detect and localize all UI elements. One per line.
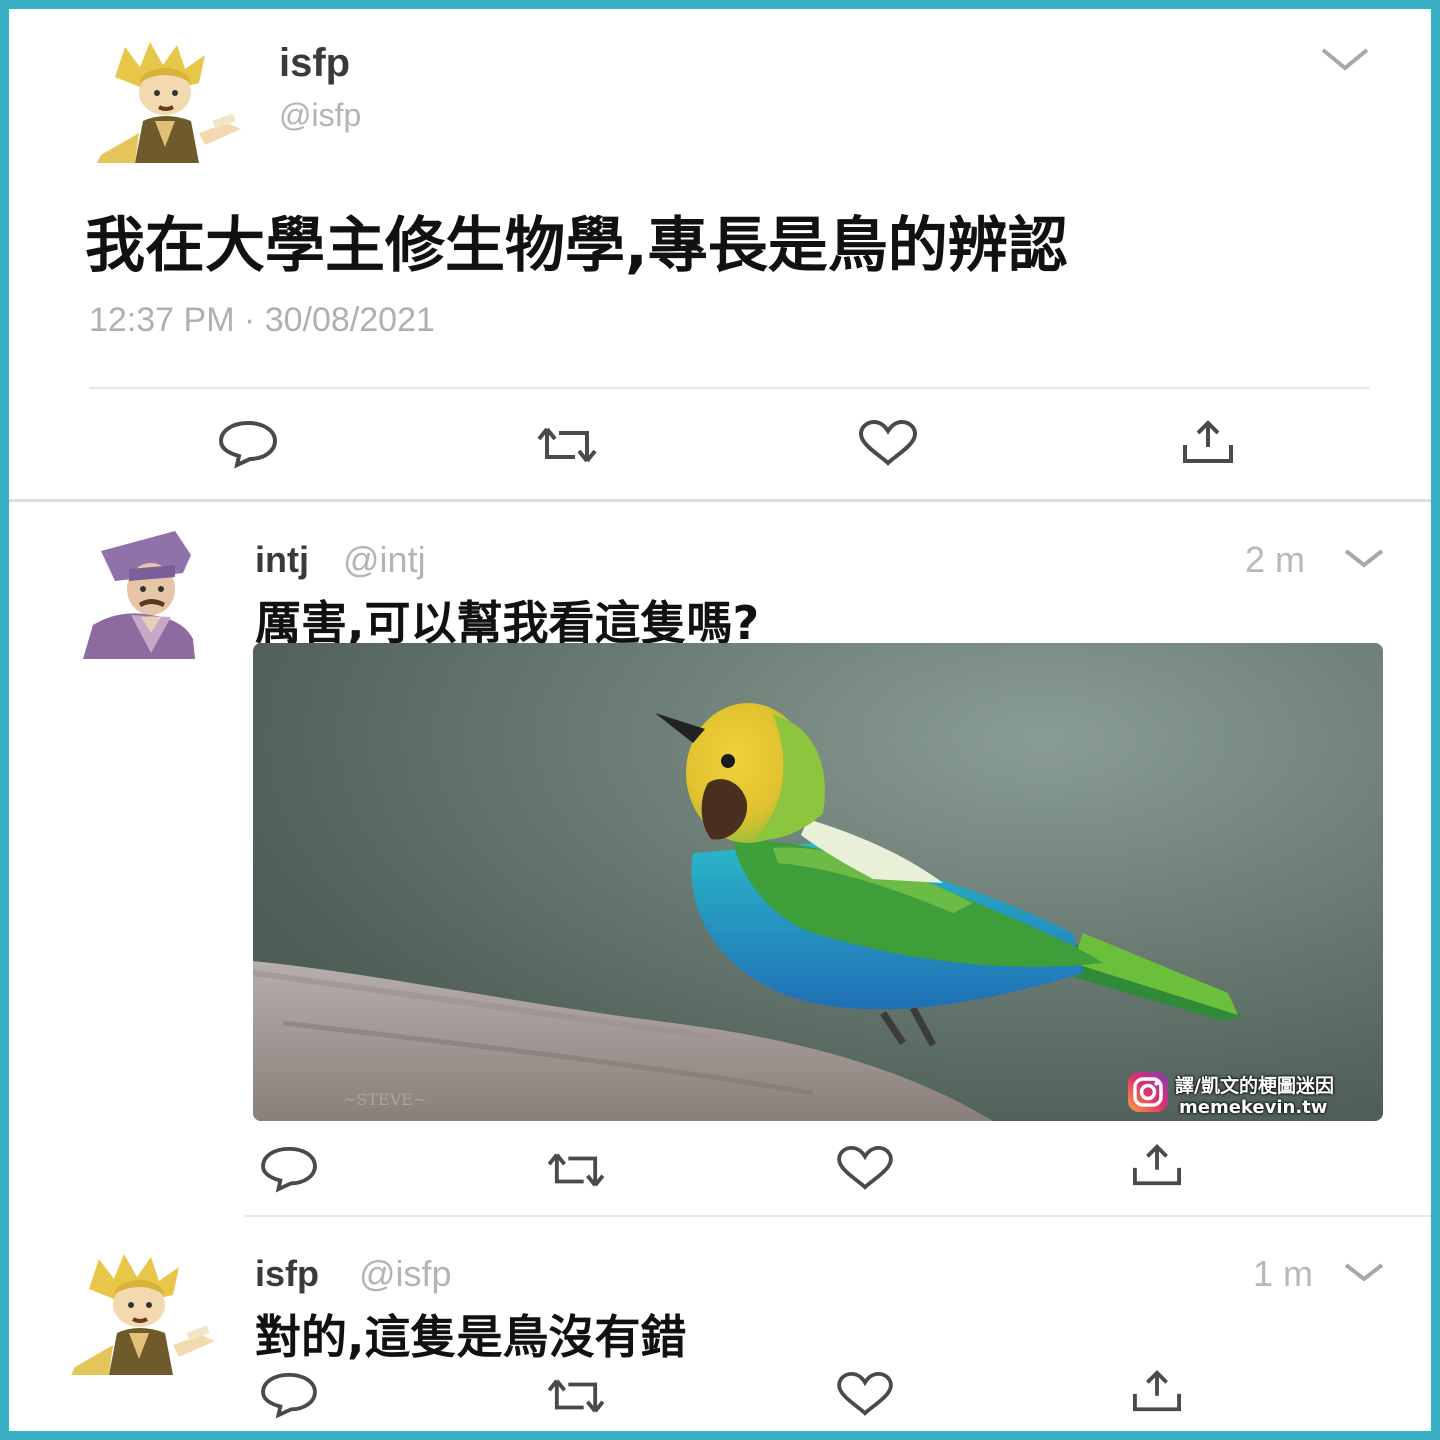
bird-photo: ~STEVE~ — [253, 703, 1243, 1121]
like-icon[interactable] — [835, 1371, 895, 1417]
share-icon[interactable] — [1129, 1367, 1185, 1415]
retweet-icon[interactable] — [545, 1147, 607, 1193]
watermark-text: 譯/凱文的梗圖迷因 — [1175, 1075, 1334, 1097]
user-name[interactable]: isfp — [279, 41, 350, 86]
chevron-down-icon[interactable] — [1343, 547, 1385, 569]
tweet-time: 1 m — [1253, 1253, 1314, 1294]
divider — [89, 387, 1369, 389]
tweet-timestamp: 12:37 PM · 30/08/2021 — [89, 301, 435, 339]
reply-icon[interactable] — [217, 417, 279, 469]
retweet-icon[interactable] — [545, 1373, 607, 1419]
share-icon[interactable] — [1129, 1141, 1185, 1189]
reply-icon[interactable] — [259, 1143, 319, 1193]
share-icon[interactable] — [1179, 417, 1237, 467]
cartoon-man-blond-avatar-icon — [97, 42, 241, 163]
user-handle[interactable]: @intj — [343, 539, 426, 581]
tweet-time: 2 m — [1245, 539, 1306, 580]
cartoon-man-blond-avatar-icon — [71, 1254, 215, 1375]
avatar[interactable] — [95, 37, 245, 163]
instagram-icon — [1127, 1071, 1169, 1117]
divider — [245, 1215, 1431, 1217]
retweet-icon[interactable] — [535, 421, 599, 469]
reply-icon[interactable] — [259, 1369, 319, 1419]
watermark-url: memekevin.tw — [1179, 1097, 1328, 1118]
chevron-down-icon[interactable] — [1319, 45, 1371, 73]
avatar[interactable] — [69, 1249, 219, 1375]
user-name[interactable]: intj — [255, 539, 309, 581]
user-name[interactable]: isfp — [255, 1253, 319, 1295]
cartoon-man-purple-avatar-icon — [83, 531, 195, 659]
chevron-down-icon[interactable] — [1343, 1261, 1385, 1283]
svg-text:~STEVE~: ~STEVE~ — [343, 1090, 426, 1109]
divider — [9, 499, 1431, 502]
like-icon[interactable] — [835, 1145, 895, 1191]
tweet-image[interactable]: ~STEVE~ — [253, 643, 1383, 1121]
user-handle[interactable]: @isfp — [279, 97, 361, 134]
user-handle[interactable]: @isfp — [359, 1253, 452, 1295]
tweet-text: 我在大學主修生物學,專長是鳥的辨認 — [85, 211, 1068, 281]
screenshot-frame: isfp @isfp 我在大學主修生物學,專長是鳥的辨認 12:37 PM · … — [0, 0, 1440, 1440]
avatar[interactable] — [79, 529, 203, 659]
like-icon[interactable] — [857, 419, 919, 467]
tweet-text: 對的,這隻是鳥沒有錯 — [255, 1310, 687, 1364]
